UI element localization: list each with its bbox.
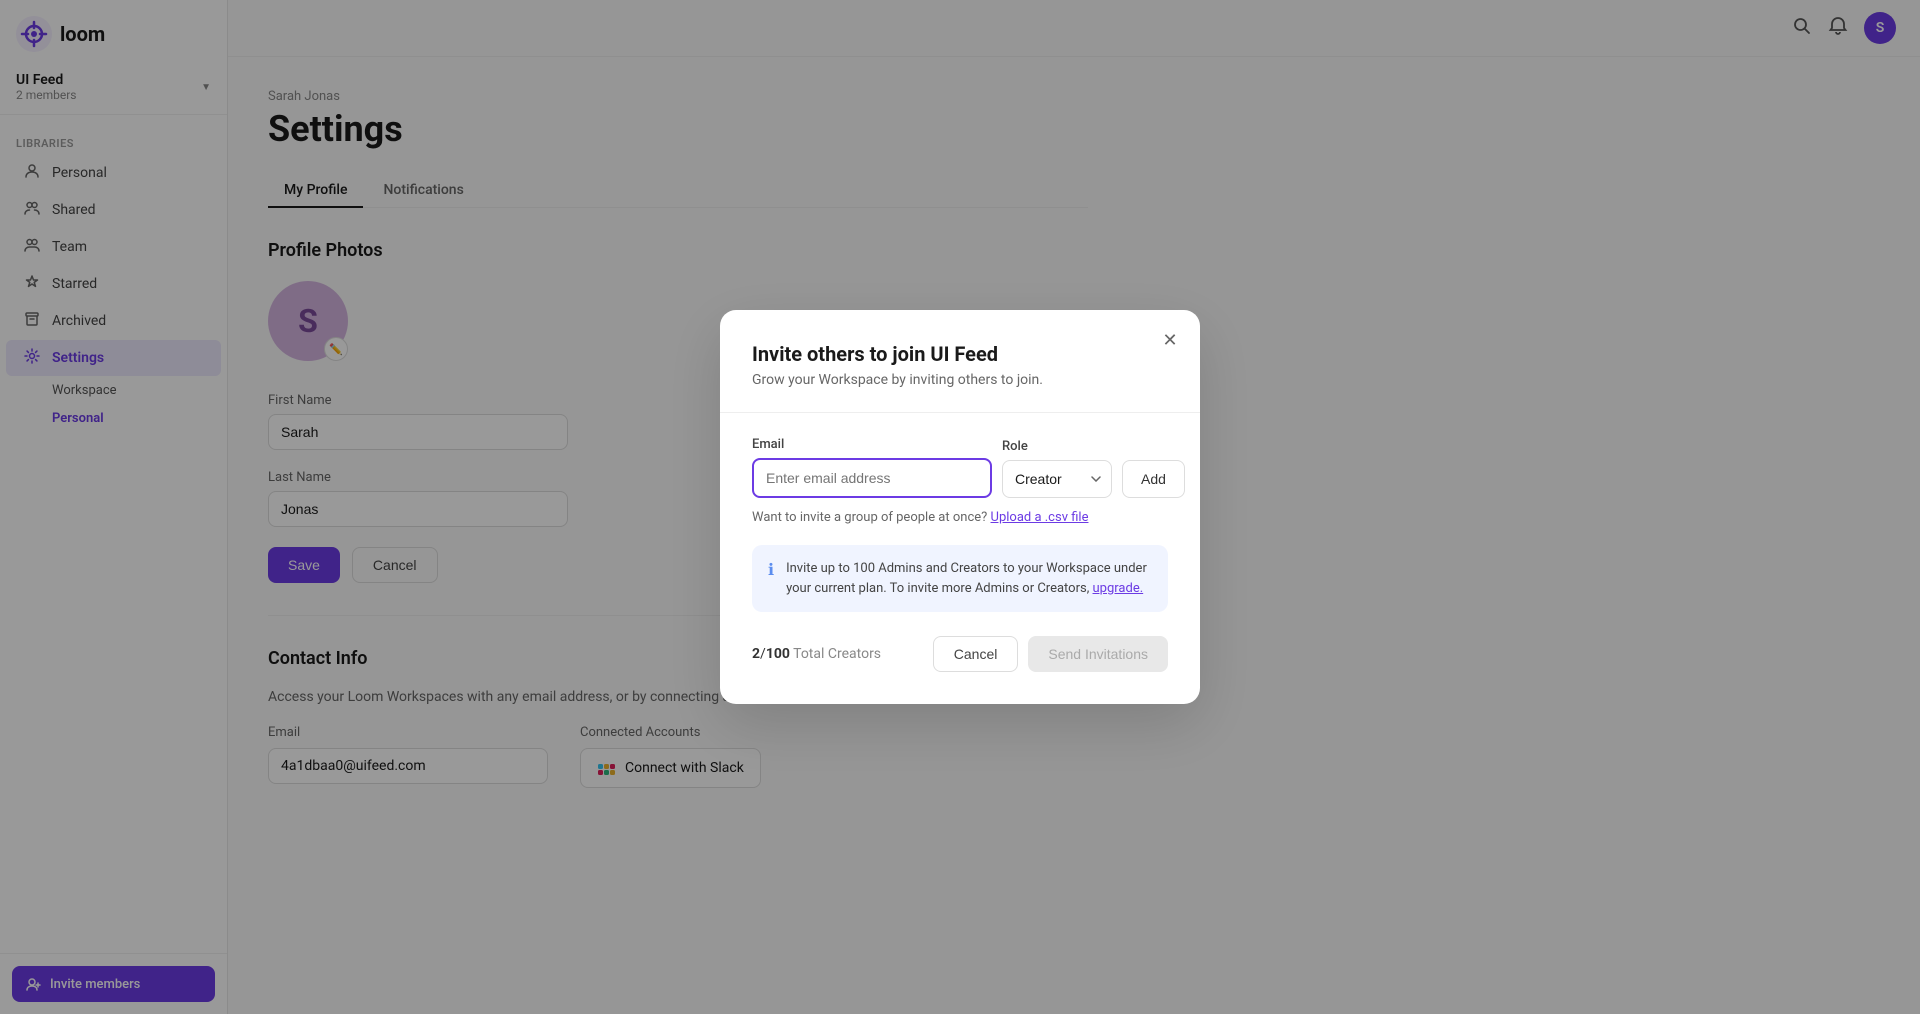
csv-invite-row: Want to invite a group of people at once… bbox=[752, 510, 1168, 525]
footer-buttons: Cancel Send Invitations bbox=[933, 636, 1168, 672]
modal-subtitle: Grow your Workspace by inviting others t… bbox=[752, 372, 1168, 388]
modal-close-button[interactable]: ✕ bbox=[1156, 326, 1184, 354]
role-select[interactable]: Creator Admin Viewer bbox=[1002, 460, 1112, 498]
modal-role-label: Role bbox=[1002, 439, 1112, 454]
info-box: ℹ Invite up to 100 Admins and Creators t… bbox=[752, 545, 1168, 612]
modal-title: Invite others to join UI Feed bbox=[752, 342, 1168, 366]
creators-current: 2 bbox=[752, 646, 760, 662]
modal-cancel-button[interactable]: Cancel bbox=[933, 636, 1019, 672]
modal-divider bbox=[720, 412, 1200, 413]
csv-upload-link[interactable]: Upload a .csv file bbox=[991, 510, 1089, 525]
modal-overlay: ✕ Invite others to join UI Feed Grow you… bbox=[0, 0, 1920, 1014]
email-group: Email bbox=[752, 437, 992, 498]
info-icon: ℹ bbox=[768, 560, 774, 579]
modal-footer: 2/100 Total Creators Cancel Send Invitat… bbox=[752, 636, 1168, 672]
creators-label: Total Creators bbox=[793, 646, 881, 662]
send-invitations-button[interactable]: Send Invitations bbox=[1028, 636, 1168, 672]
invite-modal: ✕ Invite others to join UI Feed Grow you… bbox=[720, 310, 1200, 704]
invite-form-row: Email Role Creator Admin Viewer Add bbox=[752, 437, 1168, 498]
modal-email-label: Email bbox=[752, 437, 992, 452]
creators-total: 100 bbox=[766, 646, 790, 662]
add-button[interactable]: Add bbox=[1122, 460, 1185, 498]
info-text: Invite up to 100 Admins and Creators to … bbox=[786, 559, 1152, 598]
modal-email-input[interactable] bbox=[752, 458, 992, 498]
upgrade-link[interactable]: upgrade. bbox=[1093, 581, 1144, 596]
creators-count: 2/100 Total Creators bbox=[752, 646, 881, 662]
role-group: Role Creator Admin Viewer bbox=[1002, 439, 1112, 498]
close-icon: ✕ bbox=[1162, 330, 1177, 351]
